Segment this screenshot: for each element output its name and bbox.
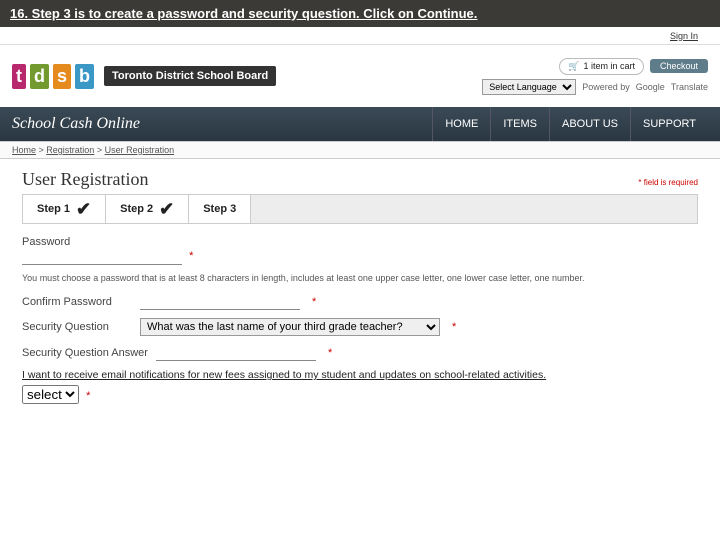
security-question-label: Security Question (22, 321, 132, 333)
password-hint: You must choose a password that is at le… (22, 273, 698, 283)
required-asterisk: * (312, 296, 316, 308)
password-input[interactable] (22, 248, 182, 265)
step-spacer (251, 195, 697, 223)
check-icon: ✔ (159, 199, 174, 220)
signin-link[interactable]: Sign In (670, 31, 698, 41)
nav-items[interactable]: ITEMS (490, 107, 549, 141)
google-label: Google (636, 82, 665, 92)
required-asterisk: * (189, 250, 193, 262)
step2-label: Step 2 (120, 203, 153, 215)
step-tabs: Step 1 ✔ Step 2 ✔ Step 3 (22, 194, 698, 224)
check-icon: ✔ (76, 199, 91, 220)
translate-label: Translate (671, 82, 708, 92)
required-note: * field is required (638, 178, 698, 187)
logo-t: t (12, 64, 26, 89)
crumb-user-registration[interactable]: User Registration (105, 145, 175, 155)
checkout-button[interactable]: Checkout (650, 59, 708, 73)
cart-icon: 🛒 (568, 61, 579, 72)
nav-support[interactable]: SUPPORT (630, 107, 708, 141)
instruction-bar: 16. Step 3 is to create a password and s… (0, 0, 720, 27)
nav-home[interactable]: HOME (432, 107, 490, 141)
main-navbar: School Cash Online HOME ITEMS ABOUT US S… (0, 107, 720, 141)
required-asterisk: * (452, 321, 456, 333)
logo-s: s (53, 64, 71, 89)
security-question-select[interactable]: What was the last name of your third gra… (140, 318, 440, 336)
step3-label: Step 3 (203, 203, 236, 215)
powered-by-label: Powered by (582, 82, 630, 92)
notification-opt-in-text: I want to receive email notifications fo… (22, 369, 698, 381)
tab-step-1[interactable]: Step 1 ✔ (23, 195, 106, 223)
language-select[interactable]: Select Language (482, 79, 576, 95)
cart-label: 1 item in cart (583, 61, 635, 71)
site-header: t d s b Toronto District School Board 🛒 … (0, 45, 720, 107)
required-asterisk: * (86, 390, 90, 402)
crumb-home[interactable]: Home (12, 145, 36, 155)
instruction-text: 16. Step 3 is to create a password and s… (10, 6, 477, 21)
password-label: Password (22, 236, 70, 248)
breadcrumb: Home > Registration > User Registration (0, 141, 720, 159)
nav-about[interactable]: ABOUT US (549, 107, 630, 141)
confirm-password-label: Confirm Password (22, 296, 132, 308)
site-title: School Cash Online (12, 115, 140, 133)
tdsb-logo: t d s b (12, 64, 94, 89)
logo-d: d (30, 64, 49, 89)
crumb-registration[interactable]: Registration (46, 145, 94, 155)
tab-step-2[interactable]: Step 2 ✔ (106, 195, 189, 223)
confirm-password-input[interactable] (140, 293, 300, 310)
page-title: User Registration (22, 169, 148, 190)
step1-label: Step 1 (37, 203, 70, 215)
security-answer-label: Security Question Answer (22, 347, 148, 359)
brand-name: Toronto District School Board (104, 66, 276, 86)
cart-pill[interactable]: 🛒 1 item in cart (559, 58, 644, 75)
top-strip: Sign In (0, 27, 720, 45)
security-answer-input[interactable] (156, 344, 316, 361)
logo-b: b (75, 64, 94, 89)
notification-select[interactable]: select (22, 385, 79, 404)
required-asterisk: * (328, 347, 332, 359)
tab-step-3[interactable]: Step 3 (189, 195, 251, 223)
